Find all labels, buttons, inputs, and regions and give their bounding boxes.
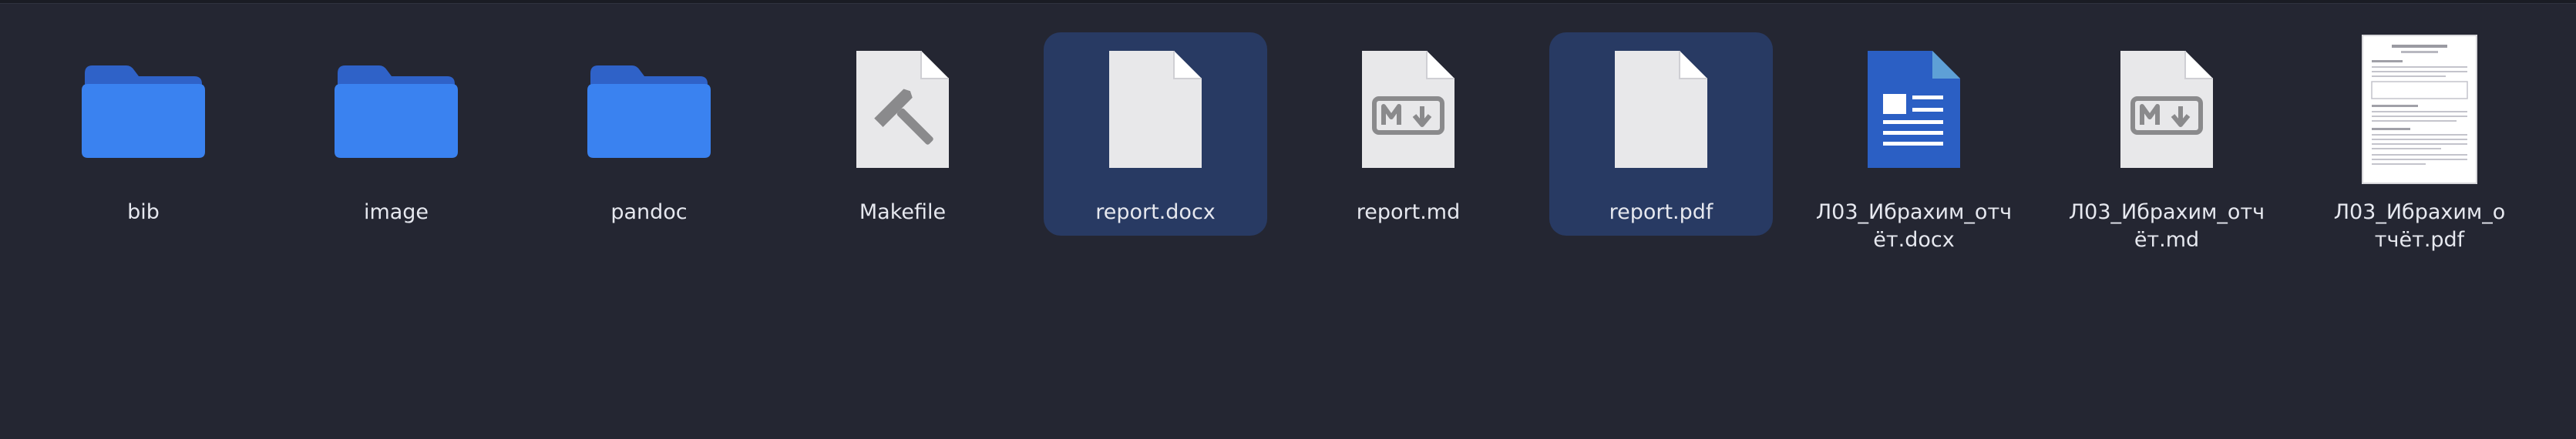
file-name: Л03_Ибрахим_отч ёт.md (2068, 200, 2265, 252)
file-item-report-pdf[interactable]: report.pdf (1549, 32, 1773, 236)
file-name: Л03_Ибрахим_отч ёт.docx (1815, 200, 2013, 252)
folder-icon (32, 32, 255, 186)
word-document-icon (1802, 32, 2026, 186)
file-item-bib[interactable]: bib (32, 32, 255, 236)
file-item-report-ru-pdf[interactable]: Л03_Ибрахим_о тчёт.pdf (2308, 32, 2531, 252)
file-name: Makefile (859, 200, 947, 224)
file-grid: bib image pandoc Makefile report.docx re… (0, 0, 2576, 439)
makefile-icon (791, 32, 1014, 186)
file-name: report.md (1356, 200, 1461, 224)
markdown-icon (1296, 32, 1520, 186)
blank-document-icon (1549, 32, 1773, 186)
file-name: report.pdf (1609, 200, 1713, 224)
file-name: image (363, 200, 429, 224)
file-item-report-ru-docx[interactable]: Л03_Ибрахим_отч ёт.docx (1802, 32, 2026, 252)
pdf-thumbnail-icon (2308, 32, 2531, 186)
blank-document-icon (1044, 32, 1267, 186)
file-name: bib (127, 200, 160, 224)
file-item-report-docx[interactable]: report.docx (1044, 32, 1267, 236)
markdown-icon (2055, 32, 2278, 186)
file-item-makefile[interactable]: Makefile (791, 32, 1014, 236)
file-item-image[interactable]: image (284, 32, 508, 236)
file-item-pandoc[interactable]: pandoc (537, 32, 761, 236)
file-name: report.docx (1095, 200, 1216, 224)
file-item-report-ru-md[interactable]: Л03_Ибрахим_отч ёт.md (2055, 32, 2278, 252)
folder-icon (537, 32, 761, 186)
file-name: Л03_Ибрахим_о тчёт.pdf (2333, 200, 2506, 252)
file-item-report-md[interactable]: report.md (1296, 32, 1520, 236)
file-name: pandoc (610, 200, 688, 224)
folder-icon (284, 32, 508, 186)
